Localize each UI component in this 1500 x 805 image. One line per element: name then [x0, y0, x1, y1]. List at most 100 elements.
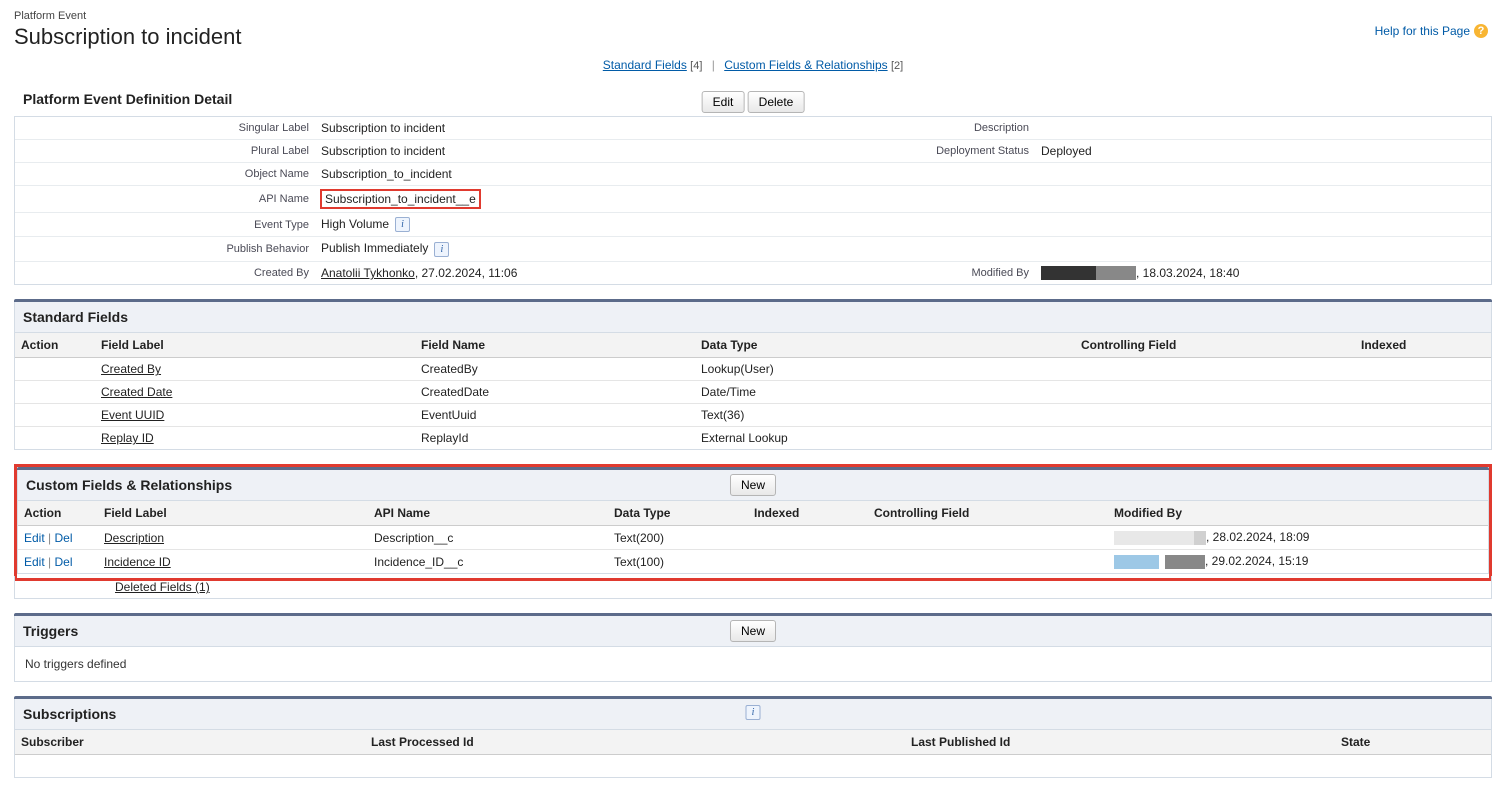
page-title: Subscription to incident: [14, 24, 1492, 50]
redacted-block: [1165, 555, 1205, 569]
field-link[interactable]: Replay ID: [101, 431, 154, 445]
field-name: CreatedBy: [415, 358, 695, 381]
value-modified-by: , 18.03.2024, 18:40: [1035, 261, 1491, 284]
label-modified-by: Modified By: [835, 261, 1035, 284]
redacted-block: [1114, 555, 1159, 569]
deleted-fields-link[interactable]: Deleted Fields (1): [115, 580, 210, 594]
anchor-standard-count: [4]: [690, 60, 702, 72]
col-indexed: Indexed: [748, 501, 868, 526]
help-link-text: Help for this Page: [1375, 24, 1470, 38]
anchor-custom-count: [2]: [891, 60, 903, 72]
col-action: Action: [18, 501, 98, 526]
triggers-panel: Triggers New No triggers defined: [14, 613, 1492, 682]
col-last-published: Last Published Id: [905, 730, 1335, 755]
subscriptions-panel: Subscriptions i Subscriber Last Processe…: [14, 696, 1492, 778]
label-created-by: Created By: [15, 261, 315, 284]
label-description: Description: [835, 117, 1035, 140]
deleted-fields-row: Deleted Fields (1): [14, 576, 1492, 599]
data-type: Text(100): [608, 550, 748, 573]
info-icon[interactable]: i: [746, 705, 761, 720]
label-api-name: API Name: [15, 186, 315, 213]
value-plural: Subscription to incident: [315, 140, 835, 163]
anchor-custom-fields[interactable]: Custom Fields & Relationships: [724, 58, 887, 72]
value-created-by: Anatolii Tykhonko, 27.02.2024, 11:06: [315, 261, 835, 284]
value-event-type: High Volume: [321, 217, 389, 231]
value-description: [1035, 117, 1491, 140]
del-link[interactable]: Del: [55, 531, 73, 545]
page-header: Platform Event Subscription to incident …: [14, 10, 1492, 50]
field-link[interactable]: Incidence ID: [104, 555, 171, 569]
created-by-link[interactable]: Anatolii Tykhonko: [321, 266, 415, 280]
modified-by-date: , 18.03.2024, 18:40: [1136, 266, 1239, 280]
data-type: External Lookup: [695, 427, 1075, 450]
info-icon[interactable]: i: [395, 217, 410, 232]
data-type: Text(200): [608, 526, 748, 550]
redacted-block: [1096, 266, 1136, 280]
anchor-links-bar: Standard Fields [4] | Custom Fields & Re…: [14, 58, 1492, 72]
label-plural: Plural Label: [15, 140, 315, 163]
modified-date: , 28.02.2024, 18:09: [1206, 530, 1309, 544]
field-link[interactable]: Created Date: [101, 385, 172, 399]
delete-button[interactable]: Delete: [748, 91, 805, 113]
custom-fields-panel: Custom Fields & Relationships New Action…: [17, 467, 1489, 574]
data-type: Date/Time: [695, 381, 1075, 404]
redacted-block: [1041, 266, 1096, 280]
subscriptions-title: Subscriptions: [23, 706, 116, 722]
triggers-empty-msg: No triggers defined: [15, 647, 1491, 681]
label-event-type: Event Type: [15, 213, 315, 237]
breadcrumb: Platform Event: [14, 10, 1492, 22]
value-object-name: Subscription_to_incident: [315, 163, 835, 186]
del-link[interactable]: Del: [55, 555, 73, 569]
col-last-processed: Last Processed Id: [365, 730, 905, 755]
edit-link[interactable]: Edit: [24, 555, 45, 569]
redacted-block: [1114, 531, 1194, 545]
standard-fields-table: Action Field Label Field Name Data Type …: [15, 333, 1491, 449]
help-link[interactable]: Help for this Page ?: [1375, 24, 1488, 38]
field-name: ReplayId: [415, 427, 695, 450]
table-row: [15, 755, 1491, 778]
field-link[interactable]: Created By: [101, 362, 161, 376]
col-action: Action: [15, 333, 95, 358]
modified-by-cell: , 29.02.2024, 15:19: [1108, 550, 1488, 573]
created-by-date: , 27.02.2024, 11:06: [415, 266, 518, 280]
label-object-name: Object Name: [15, 163, 315, 186]
value-singular: Subscription to incident: [315, 117, 835, 140]
edit-link[interactable]: Edit: [24, 531, 45, 545]
field-link[interactable]: Description: [104, 531, 164, 545]
help-icon: ?: [1474, 24, 1488, 38]
value-publish-behavior: Publish Immediately: [321, 241, 428, 255]
col-api-name: API Name: [368, 501, 608, 526]
col-modified-by: Modified By: [1108, 501, 1488, 526]
table-row: Edit | Del Description Description__c Te…: [18, 526, 1488, 550]
new-custom-field-button[interactable]: New: [730, 474, 776, 496]
data-type: Text(36): [695, 404, 1075, 427]
edit-button[interactable]: Edit: [702, 91, 745, 113]
redacted-block: [1194, 531, 1206, 545]
col-field-name: Field Name: [415, 333, 695, 358]
detail-panel: Platform Event Definition Detail Edit De…: [14, 86, 1492, 285]
custom-fields-highlight-box: Custom Fields & Relationships New Action…: [14, 464, 1492, 581]
field-name: EventUuid: [415, 404, 695, 427]
modified-date: , 29.02.2024, 15:19: [1205, 554, 1308, 568]
field-name: CreatedDate: [415, 381, 695, 404]
api-name: Incidence_ID__c: [368, 550, 608, 573]
standard-fields-title: Standard Fields: [23, 309, 128, 325]
modified-by-cell: , 28.02.2024, 18:09: [1108, 526, 1488, 550]
label-deployment-status: Deployment Status: [835, 140, 1035, 163]
table-row: Created By CreatedBy Lookup(User): [15, 358, 1491, 381]
table-row: Event UUID EventUuid Text(36): [15, 404, 1491, 427]
col-subscriber: Subscriber: [15, 730, 365, 755]
triggers-title: Triggers: [23, 623, 78, 639]
label-publish-behavior: Publish Behavior: [15, 237, 315, 261]
info-icon[interactable]: i: [434, 242, 449, 257]
col-controlling: Controlling Field: [868, 501, 1108, 526]
col-state: State: [1335, 730, 1491, 755]
api-name: Description__c: [368, 526, 608, 550]
col-data-type: Data Type: [695, 333, 1075, 358]
data-type: Lookup(User): [695, 358, 1075, 381]
field-link[interactable]: Event UUID: [101, 408, 164, 422]
anchor-standard-fields[interactable]: Standard Fields: [603, 58, 687, 72]
custom-fields-title: Custom Fields & Relationships: [26, 477, 232, 493]
new-trigger-button[interactable]: New: [730, 620, 776, 642]
subscriptions-table: Subscriber Last Processed Id Last Publis…: [15, 730, 1491, 777]
